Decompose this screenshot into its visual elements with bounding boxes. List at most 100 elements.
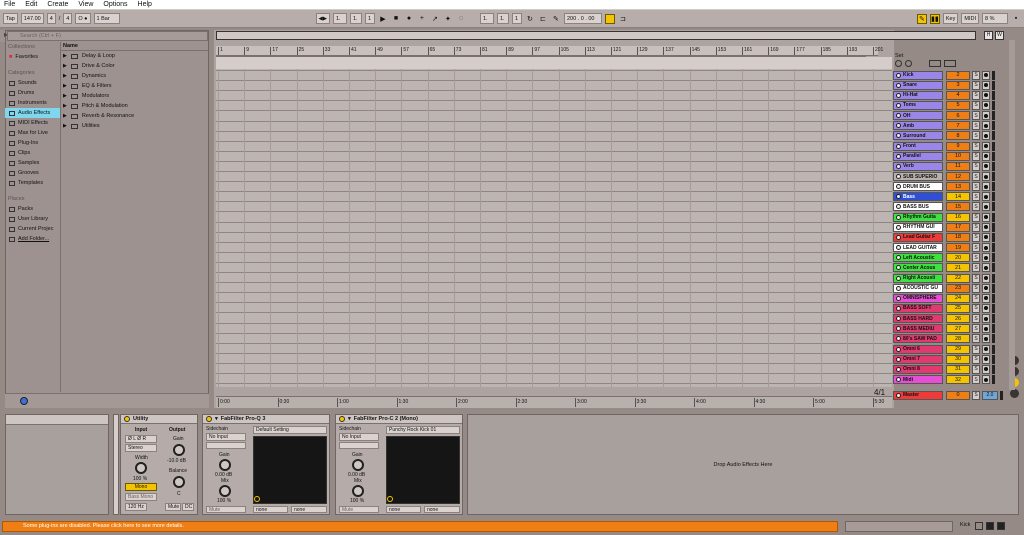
track-activator[interactable]: 2 [946, 70, 970, 80]
track-activator[interactable]: 16 [946, 212, 970, 222]
midi-map-button[interactable]: MIDI [961, 13, 979, 24]
track-fold-icon[interactable] [896, 234, 901, 240]
solo-button[interactable]: S [972, 182, 980, 192]
track-fold-icon[interactable] [896, 377, 901, 382]
mix-knob[interactable] [219, 485, 231, 497]
track-activator[interactable]: 31 [946, 364, 970, 374]
track-name[interactable]: DRUM BUS [893, 182, 943, 192]
device-power-icon[interactable] [206, 416, 212, 422]
loop-end-icon[interactable]: ⊐ [618, 14, 628, 24]
track-name[interactable]: Left Acoustic [893, 253, 943, 263]
loop-start-beat[interactable]: 1. [496, 13, 509, 24]
mute-button[interactable]: Mute [339, 506, 379, 513]
track-activator[interactable]: 11 [946, 161, 970, 171]
track-row[interactable]: Verb 11 S [893, 161, 1003, 171]
track-name[interactable]: BASS MEDIU [893, 324, 943, 334]
gain-knob[interactable] [219, 459, 231, 471]
track-name[interactable]: ACOUSTIC GU [893, 283, 943, 293]
track-fold-icon[interactable] [896, 123, 901, 129]
arm-button[interactable] [982, 172, 990, 181]
track-name[interactable]: BASS HARD [893, 314, 943, 324]
solo-button[interactable]: S [972, 232, 980, 242]
plugin-edit-icon[interactable] [254, 496, 260, 502]
track-fold-icon[interactable] [896, 356, 901, 362]
menu-edit[interactable]: Edit [25, 1, 37, 8]
track-name[interactable]: OH [893, 111, 943, 121]
arm-button[interactable] [982, 243, 990, 253]
track-name[interactable]: Rhythm Guita [893, 212, 943, 222]
mute-button[interactable]: Mute [165, 503, 181, 511]
solo-button[interactable]: S [972, 283, 980, 293]
track-activator[interactable]: 22 [946, 273, 970, 283]
track-row[interactable]: Omni 6 29 S [893, 344, 1003, 354]
pos-beat[interactable]: 1. [349, 13, 362, 24]
wrench-icon[interactable]: ▾ [348, 416, 351, 422]
solo-button[interactable]: S [972, 131, 980, 141]
track-fold-icon[interactable] [896, 326, 901, 332]
automation-arm-icon[interactable]: ↗ [430, 14, 440, 24]
solo-button[interactable]: S [972, 324, 980, 334]
preview-icon[interactable] [20, 397, 28, 405]
track-row[interactable]: Surround 8 S [893, 131, 1003, 141]
arm-button[interactable] [982, 344, 990, 354]
bass-mono-freq[interactable]: 120 Hz [125, 503, 147, 511]
search-input[interactable]: Search (Ctrl + F) [7, 31, 208, 41]
track-name[interactable]: Snare [893, 80, 943, 90]
track-fold-icon[interactable] [896, 392, 901, 398]
arm-button[interactable] [982, 303, 990, 313]
track-name[interactable]: BASS BUS [893, 202, 943, 212]
name-column-header[interactable]: Name [61, 42, 208, 51]
menu-create[interactable]: Create [47, 1, 68, 8]
sidebar-item-user-library[interactable]: User Library [5, 214, 60, 224]
track-fold-icon[interactable] [896, 245, 901, 251]
tap-button[interactable]: Tap [3, 13, 18, 24]
detail-toggle-icon[interactable] [986, 522, 994, 530]
track-name[interactable]: Lead Guitar F [893, 232, 943, 242]
loop-start-sixteenth[interactable]: 1 [511, 13, 522, 24]
track-row[interactable]: ACOUSTIC GU 23 S [893, 283, 1003, 293]
track-fold-icon[interactable] [896, 102, 901, 108]
arm-button[interactable] [982, 232, 990, 242]
time-sig-den[interactable]: 4 [63, 13, 73, 24]
sidebar-item-drums[interactable]: Drums [5, 88, 60, 98]
arm-button[interactable] [982, 314, 990, 324]
pencil-mode-icon[interactable] [929, 60, 941, 67]
track-activator[interactable]: 25 [946, 303, 970, 313]
gain-knob[interactable] [352, 459, 364, 471]
menu-view[interactable]: View [78, 1, 93, 8]
solo-button[interactable]: S [972, 303, 980, 313]
track-activator[interactable]: 12 [946, 172, 970, 181]
dc-button[interactable]: DC [182, 503, 194, 511]
track-row[interactable]: Left Acoustic 20 S [893, 253, 1003, 263]
time-sig-num[interactable]: 4 [46, 13, 56, 24]
mix-knob[interactable] [352, 485, 364, 497]
arm-button[interactable] [982, 161, 990, 171]
track-activator[interactable]: 15 [946, 202, 970, 212]
solo-button[interactable]: S [972, 344, 980, 354]
solo-button[interactable]: S [972, 212, 980, 222]
track-fold-icon[interactable] [896, 214, 901, 220]
mute-button[interactable]: Mute [206, 506, 246, 513]
solo-button[interactable]: S [972, 90, 980, 100]
draw-icon[interactable]: ✎ [551, 14, 561, 24]
track-fold-icon[interactable] [896, 336, 901, 342]
track-activator[interactable]: 21 [946, 263, 970, 273]
track-row[interactable]: Toms 5 S [893, 100, 1003, 110]
sidebar-item-templates[interactable]: Templates [5, 178, 60, 188]
plugin-display[interactable] [386, 436, 460, 504]
solo-button[interactable]: S [972, 222, 980, 232]
track-fold-icon[interactable] [896, 275, 901, 281]
pos-sixteenth[interactable]: 1 [364, 13, 375, 24]
list-item[interactable]: ▶ Pitch & Modulation [61, 101, 208, 111]
track-row[interactable]: Hi-Hat 4 S [893, 90, 1003, 100]
track-fold-icon[interactable] [896, 174, 901, 179]
track-fold-icon[interactable] [896, 346, 901, 352]
mono-button[interactable]: Mono [125, 483, 157, 491]
sidebar-item-instruments[interactable]: Instruments [5, 98, 60, 108]
sidebar-item-current-project[interactable]: Current Projec [5, 224, 60, 234]
track-name[interactable]: Verb [893, 161, 943, 171]
track-activator[interactable]: 0 [946, 390, 970, 400]
punch-icon[interactable]: ⊏ [538, 14, 548, 24]
list-item[interactable]: ▶ Modulators [61, 91, 208, 101]
menu-options[interactable]: Options [103, 1, 127, 8]
